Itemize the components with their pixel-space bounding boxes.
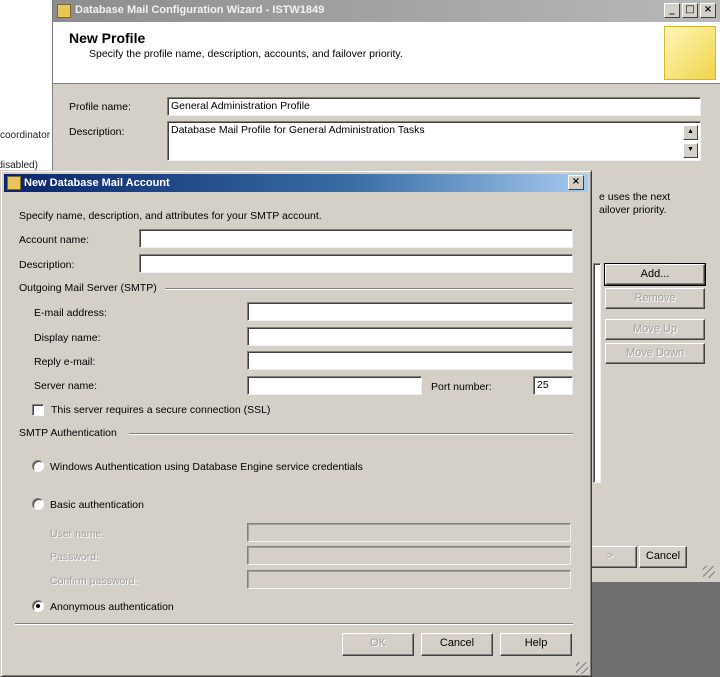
dialog-titlebar[interactable]: New Database Mail Account × (4, 174, 588, 192)
desktop-background (582, 582, 720, 677)
dialog-resize-grip-icon[interactable] (576, 662, 588, 674)
profile-name-field[interactable]: General Administration Profile (167, 97, 701, 116)
page-title: New Profile (69, 30, 146, 46)
new-account-dialog: New Database Mail Account × Specify name… (0, 170, 592, 677)
background-text-coordinator: coordinator (0, 130, 51, 141)
wizard-cancel-button[interactable]: Cancel (639, 546, 687, 568)
dialog-bottom-divider (15, 623, 573, 625)
password-label: Password: (50, 551, 100, 563)
basic-auth-radio[interactable] (32, 498, 44, 510)
accounts-list-edge[interactable] (593, 263, 601, 483)
confirm-password-field[interactable] (247, 570, 571, 589)
user-name-label: User name: (50, 528, 105, 540)
account-description-field[interactable] (139, 254, 573, 273)
profile-description-field[interactable]: Database Mail Profile for General Admini… (167, 121, 701, 161)
dialog-app-icon (7, 176, 21, 190)
reply-email-field[interactable] (247, 351, 573, 370)
port-number-label: Port number: (431, 381, 492, 393)
anonymous-auth-radio[interactable] (32, 600, 44, 612)
password-field[interactable] (247, 546, 571, 565)
account-description-label: Description: (19, 259, 75, 271)
smtp-auth-group-label: SMTP Authentication (19, 427, 117, 439)
wizard-lower-panel (599, 163, 720, 577)
windows-auth-radio[interactable] (32, 460, 44, 472)
priority-text-1: e uses the next (599, 191, 671, 203)
dialog-title: New Database Mail Account (24, 177, 170, 189)
auth-group-divider (129, 433, 573, 435)
wizard-resize-grip-icon[interactable] (703, 566, 715, 578)
windows-auth-label[interactable]: Windows Authentication using Database En… (50, 461, 363, 473)
account-name-field[interactable] (139, 229, 573, 248)
wizard-close-button[interactable]: × (700, 3, 716, 18)
email-address-field[interactable] (247, 302, 573, 321)
wizard-header: New Profile Specify the profile name, de… (53, 22, 720, 84)
ssl-checkbox[interactable] (32, 404, 44, 416)
anonymous-auth-label[interactable]: Anonymous authentication (50, 601, 174, 613)
user-name-field[interactable] (247, 523, 571, 542)
ok-button[interactable]: OK (342, 633, 414, 656)
dialog-intro-text: Specify name, description, and attribute… (19, 210, 322, 222)
dialog-close-button[interactable]: × (568, 175, 584, 190)
profile-description-label: Description: (69, 126, 125, 138)
port-number-field[interactable]: 25 (533, 376, 573, 395)
reply-email-label: Reply e-mail: (34, 356, 96, 368)
ssl-checkbox-label[interactable]: This server requires a secure connection… (51, 404, 270, 416)
wizard-titlebar[interactable]: Database Mail Configuration Wizard - IST… (53, 0, 720, 22)
outgoing-server-group-label: Outgoing Mail Server (SMTP) (19, 282, 157, 294)
scroll-up-arrow-icon[interactable]: ▲ (683, 125, 698, 140)
maximize-button[interactable]: □ (682, 3, 698, 18)
page-subtitle: Specify the profile name, description, a… (89, 48, 403, 60)
display-name-field[interactable] (247, 327, 573, 346)
move-up-button[interactable]: Move Up (605, 319, 705, 340)
server-name-field[interactable] (247, 376, 422, 395)
account-name-label: Account name: (19, 234, 90, 246)
wizard-title: Database Mail Configuration Wizard - IST… (75, 4, 325, 16)
wizard-banner-icon (664, 26, 716, 80)
priority-text-2: ailover priority. (599, 204, 667, 216)
wizard-app-icon (57, 4, 71, 18)
server-name-label: Server name: (34, 380, 98, 392)
outgoing-group-divider (165, 288, 573, 290)
confirm-password-label: Confirm password: (50, 575, 138, 587)
display-name-label: Display name: (34, 332, 101, 344)
email-address-label: E-mail address: (34, 307, 107, 319)
profile-name-label: Profile name: (69, 101, 131, 113)
minimize-button[interactable]: _ (664, 3, 680, 18)
dialog-cancel-button[interactable]: Cancel (421, 633, 493, 656)
help-button[interactable]: Help (500, 633, 572, 656)
remove-account-button[interactable]: Remove (605, 288, 705, 309)
scroll-down-arrow-icon[interactable]: ▼ (683, 143, 698, 158)
add-account-button[interactable]: Add... (604, 263, 706, 286)
basic-auth-label[interactable]: Basic authentication (50, 499, 144, 511)
move-down-button[interactable]: Move Down (605, 343, 705, 364)
